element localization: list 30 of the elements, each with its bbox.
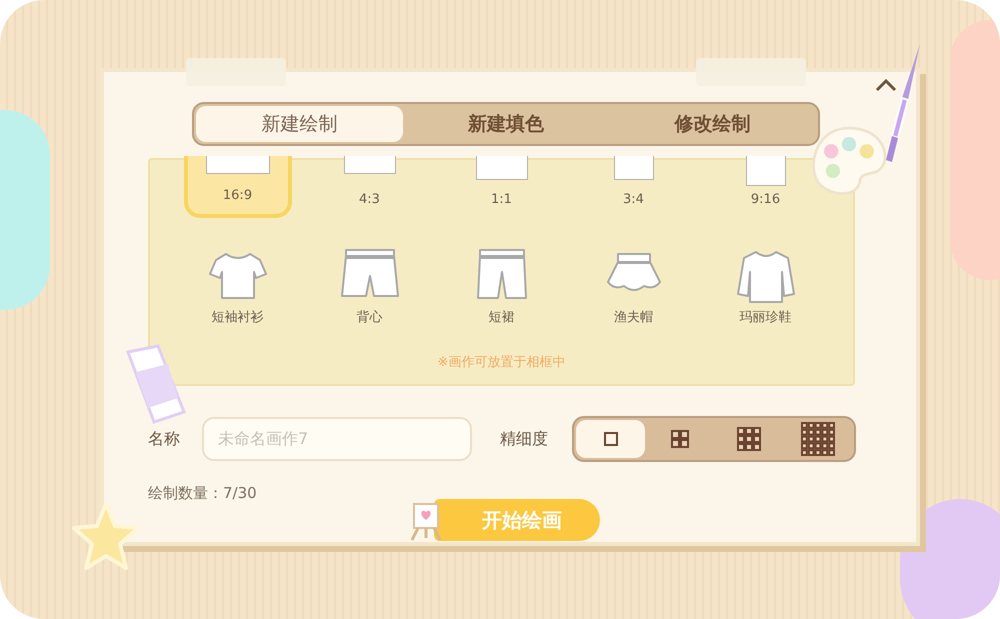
template-label[interactable]: 短裙 <box>488 308 514 328</box>
star-icon <box>70 500 142 572</box>
grid-icon <box>800 422 834 456</box>
collapse-caret-icon <box>874 78 898 92</box>
tab[interactable]: 修改绘制 <box>609 106 816 142</box>
canvas-shape <box>476 156 528 180</box>
template-label[interactable]: 背心 <box>356 308 382 328</box>
canvas-shape <box>746 156 786 186</box>
template-label[interactable]: 短袖衬衫 <box>212 308 264 328</box>
canvas-shape <box>206 156 270 174</box>
ratio-option[interactable]: 4:3 <box>334 156 406 218</box>
grid-icon <box>670 430 688 448</box>
ratio-option[interactable]: 1:1 <box>466 156 538 218</box>
ratio-option[interactable]: 3:4 <box>598 156 670 218</box>
detail-label: 精细度 <box>500 428 549 450</box>
grid-icon <box>604 432 618 446</box>
canvas-shape <box>344 156 396 174</box>
name-label: 名称 <box>148 428 181 450</box>
name-field[interactable]: 未命名画作7 <box>202 416 472 460</box>
detail-option[interactable] <box>576 420 645 458</box>
count-text: 绘制数量：7/30 <box>148 482 258 504</box>
note-text: ※画作可放置于相框中 <box>438 354 566 372</box>
tab[interactable]: 新建填色 <box>402 106 610 142</box>
template-label[interactable]: 玛丽珍鞋 <box>740 308 792 328</box>
ratio-option[interactable]: 16:9 <box>184 156 292 218</box>
template-label[interactable]: 渔夫帽 <box>614 308 653 328</box>
canvas-shape <box>614 156 654 180</box>
tab[interactable]: 新建绘制 <box>196 106 403 142</box>
grid-icon <box>736 426 760 450</box>
ratio-option[interactable]: 9:16 <box>730 156 802 218</box>
